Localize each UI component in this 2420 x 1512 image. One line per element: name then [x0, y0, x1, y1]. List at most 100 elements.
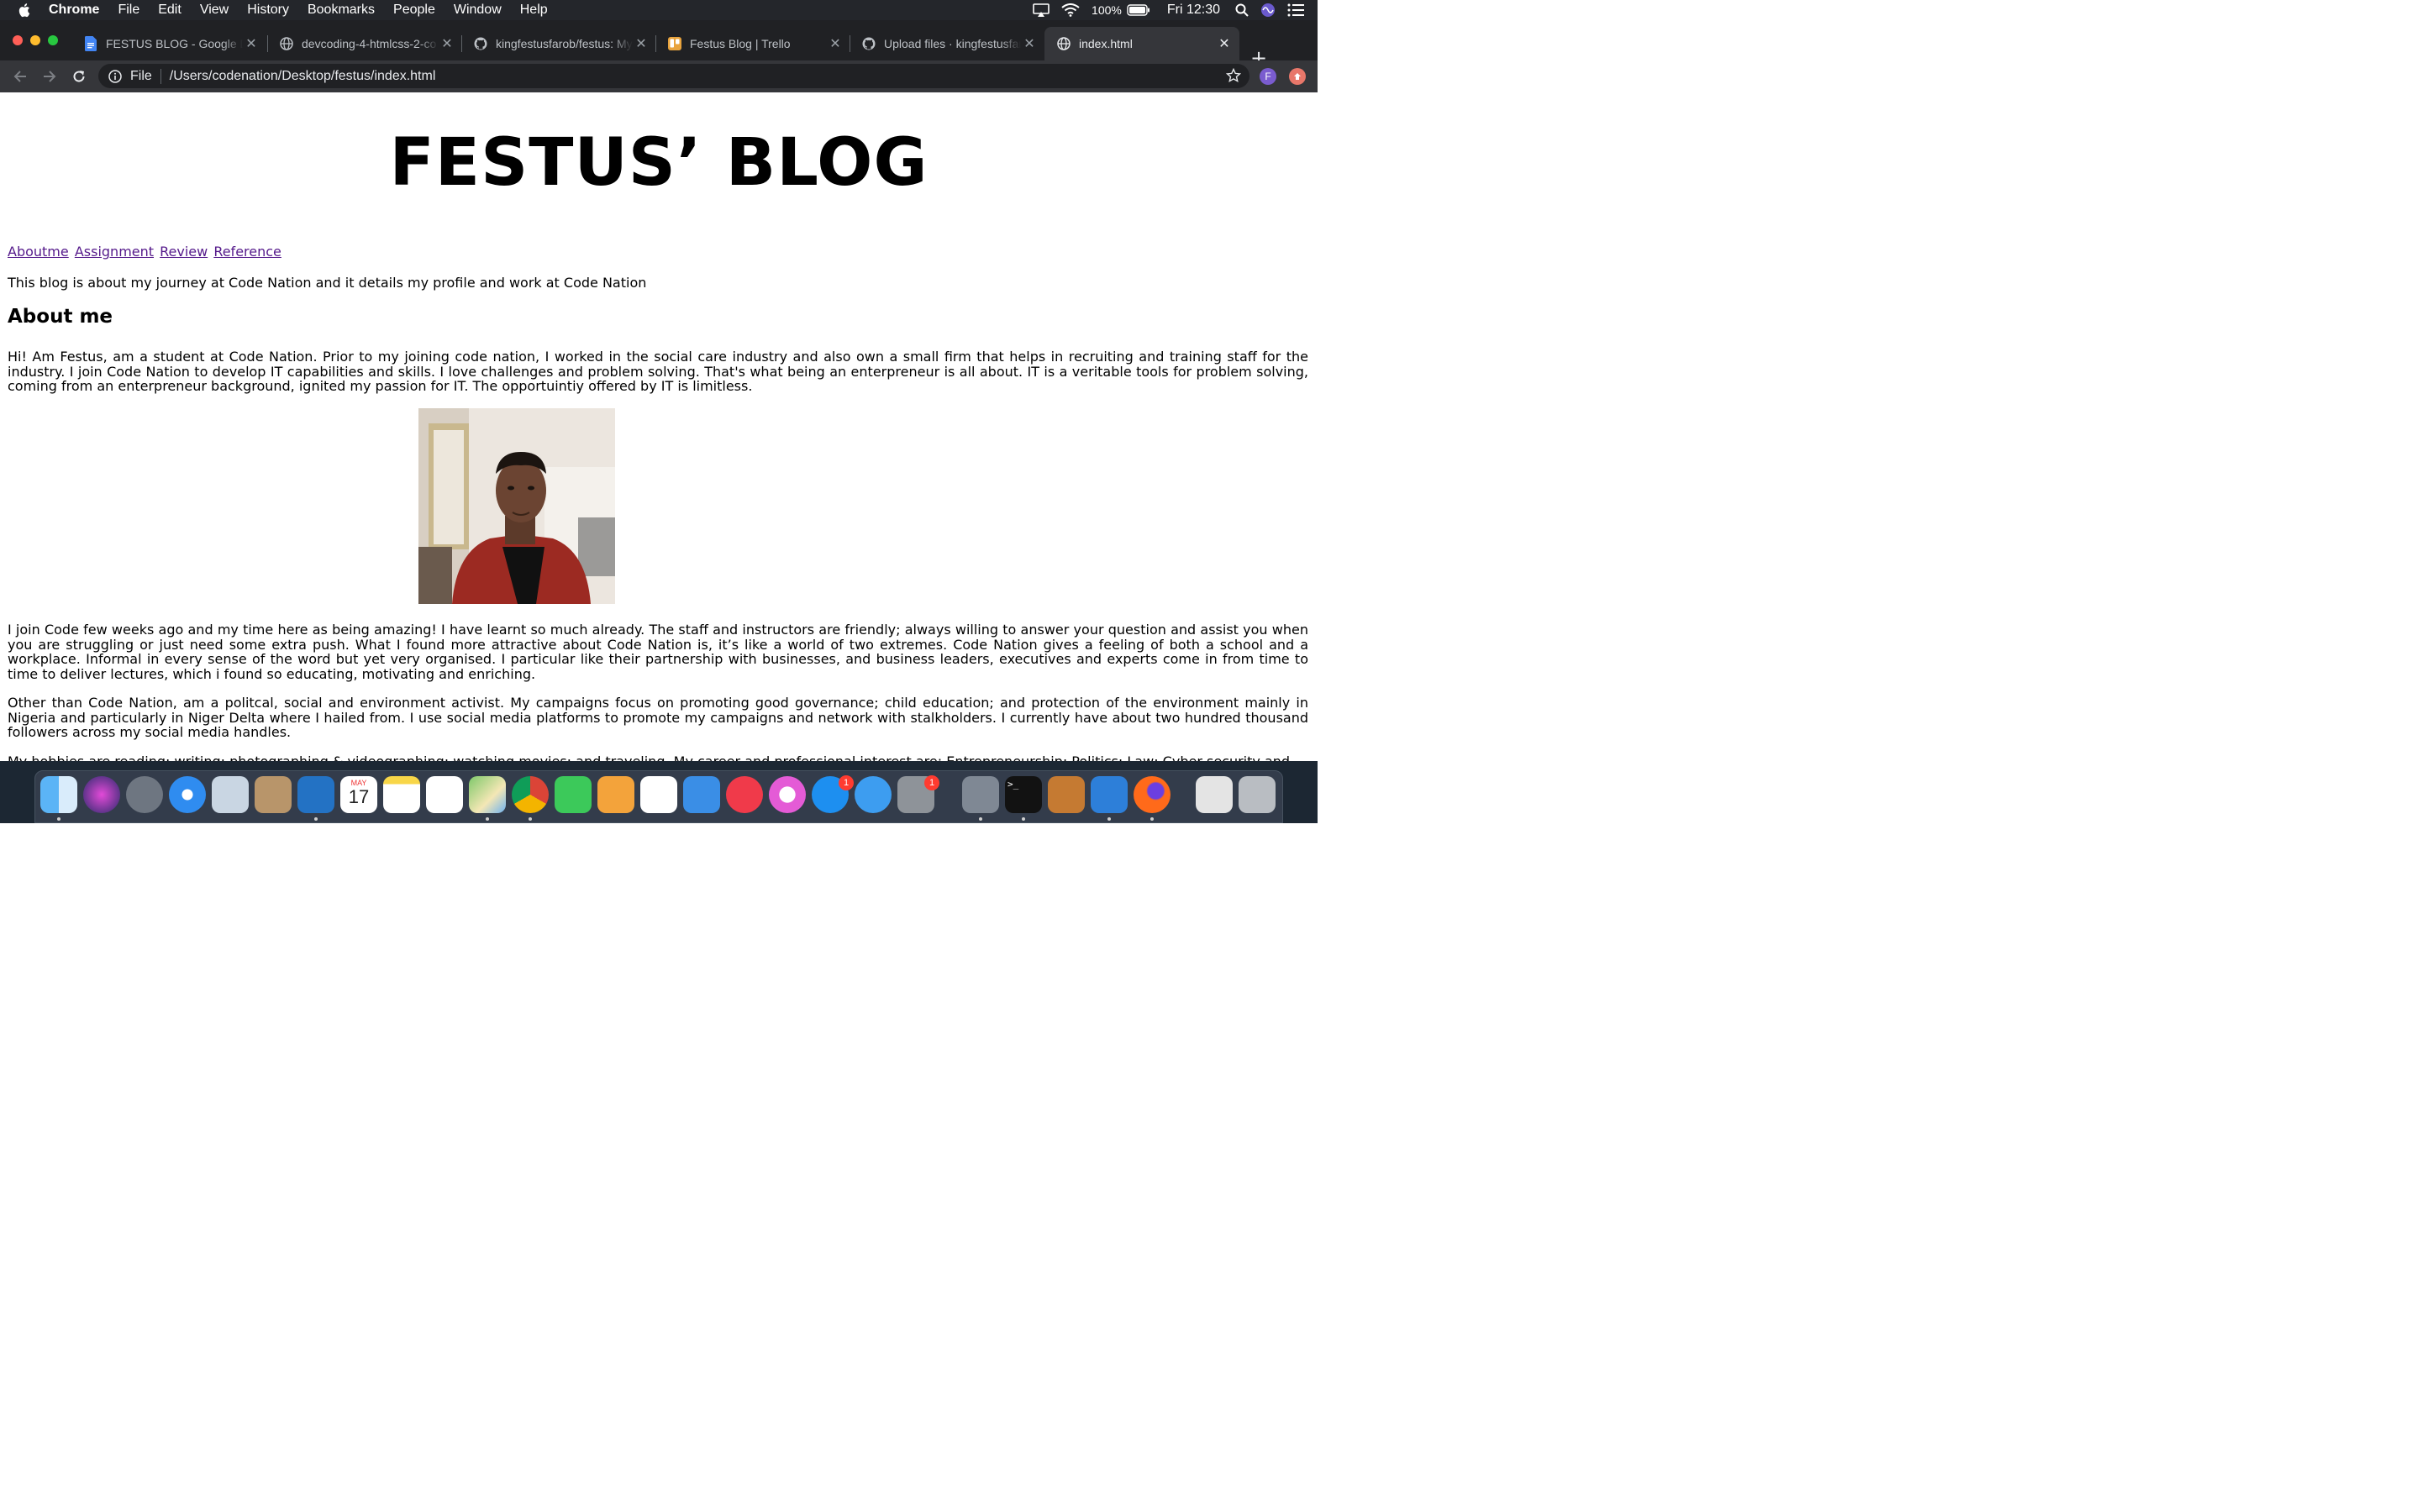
globe-icon — [1056, 36, 1071, 51]
url-divider — [160, 68, 161, 84]
menu-edit[interactable]: Edit — [158, 3, 182, 18]
profile-photo — [418, 408, 615, 604]
minimize-window-button[interactable] — [30, 35, 40, 45]
page-viewport: FESTUS’ BLOG Aboutme Assignment Review R… — [0, 93, 1318, 761]
url-scheme-label: File — [130, 68, 152, 83]
page-title: FESTUS’ BLOG — [389, 125, 929, 201]
tab-github-upload[interactable]: Upload files · kingfestusfarob ✕ — [850, 27, 1044, 60]
clock[interactable]: Fri 12:30 — [1167, 3, 1220, 18]
tab-close-icon[interactable]: ✕ — [1216, 35, 1233, 52]
news-icon[interactable] — [726, 776, 763, 813]
running-indicator — [486, 817, 489, 821]
firefox-icon[interactable] — [1134, 776, 1171, 813]
numbers-icon[interactable] — [640, 776, 677, 813]
tab-close-icon[interactable]: ✕ — [439, 35, 455, 52]
menu-people[interactable]: People — [393, 3, 435, 18]
menu-file[interactable]: File — [118, 3, 139, 18]
tab-close-icon[interactable]: ✕ — [243, 35, 260, 52]
tab-close-icon[interactable]: ✕ — [827, 35, 844, 52]
maps-icon[interactable] — [469, 776, 506, 813]
intro-text: This blog is about my journey at Code Na… — [8, 275, 647, 291]
tab-title: index.html — [1079, 37, 1133, 50]
spotlight-search-icon[interactable] — [1235, 3, 1249, 17]
keynote-icon[interactable] — [683, 776, 720, 813]
running-indicator — [57, 817, 60, 821]
running-indicator — [1107, 817, 1111, 821]
facetime-icon[interactable] — [555, 776, 592, 813]
close-window-button[interactable] — [13, 35, 23, 45]
url-text[interactable]: /Users/codenation/Desktop/festus/index.h… — [170, 69, 436, 84]
notification-center-icon[interactable] — [1287, 3, 1304, 17]
wifi-icon[interactable] — [1061, 3, 1080, 17]
xcode-icon[interactable] — [1091, 776, 1128, 813]
zoom-window-button[interactable] — [48, 35, 58, 45]
code-nation-paragraph: I join Code few weeks ago and my time he… — [8, 622, 1308, 682]
launchpad-icon[interactable] — [126, 776, 163, 813]
reload-icon[interactable] — [71, 68, 87, 85]
about-heading: About me — [8, 306, 113, 328]
menu-help[interactable]: Help — [520, 3, 548, 18]
pages-icon[interactable] — [597, 776, 634, 813]
running-indicator — [1150, 817, 1154, 821]
calendar-day: 17 — [348, 786, 370, 807]
tab-title: devcoding-4-htmlcss-2-co — [302, 37, 437, 50]
globe-icon — [279, 36, 294, 51]
system-preferences-badge: 1 — [924, 775, 939, 790]
battery-icon[interactable] — [1127, 4, 1150, 16]
keychain-access-icon[interactable] — [962, 776, 999, 813]
bookmark-star-icon[interactable] — [1225, 67, 1242, 87]
tab-devcoding[interactable]: devcoding-4-htmlcss-2-co ✕ — [267, 27, 462, 60]
garageband-icon[interactable] — [1048, 776, 1085, 813]
macos-menu-bar: Chrome File Edit View History Bookmarks … — [0, 0, 1318, 20]
forward-arrow-icon[interactable] — [41, 68, 58, 85]
menu-history[interactable]: History — [247, 3, 289, 18]
contacts-icon[interactable] — [255, 776, 292, 813]
tab-close-icon[interactable]: ✕ — [633, 35, 650, 52]
tab-close-icon[interactable]: ✕ — [1021, 35, 1038, 52]
calendar-icon[interactable]: MAY 17 — [340, 776, 377, 813]
address-bar[interactable]: File /Users/codenation/Desktop/festus/in… — [98, 64, 1249, 88]
vscode-icon[interactable] — [297, 776, 334, 813]
tab-trello[interactable]: Festus Blog | Trello ✕ — [655, 27, 850, 60]
blog-nav: Aboutme Assignment Review Reference — [8, 244, 283, 260]
running-indicator — [1022, 817, 1025, 821]
nav-link-assignment[interactable]: Assignment — [75, 244, 154, 260]
finder-icon[interactable] — [40, 776, 77, 813]
tab-index-html[interactable]: index.html ✕ — [1044, 27, 1239, 60]
github-icon — [473, 36, 488, 51]
menu-window[interactable]: Window — [454, 3, 502, 18]
tab-title: Festus Blog | Trello — [690, 37, 791, 50]
notes-icon[interactable] — [383, 776, 420, 813]
back-arrow-icon[interactable] — [12, 68, 29, 85]
terminal-icon[interactable]: >_ — [1005, 776, 1042, 813]
tab-title: Upload files · kingfestusfarob — [884, 37, 1021, 50]
chrome-icon[interactable] — [512, 776, 549, 813]
extension-icon[interactable] — [1289, 68, 1306, 85]
running-indicator — [979, 817, 982, 821]
safari-icon[interactable] — [169, 776, 206, 813]
profile-avatar[interactable]: F — [1260, 68, 1276, 85]
trash-icon[interactable] — [1239, 776, 1276, 813]
mail-icon[interactable] — [212, 776, 249, 813]
info-icon[interactable] — [108, 69, 124, 83]
menu-view[interactable]: View — [200, 3, 229, 18]
reminders-icon[interactable] — [426, 776, 463, 813]
app-store-badge: 1 — [839, 775, 854, 790]
menu-bookmarks[interactable]: Bookmarks — [308, 3, 375, 18]
airplay-icon[interactable] — [1033, 3, 1050, 17]
siri-icon[interactable] — [1260, 3, 1276, 18]
battery-percent: 100% — [1092, 3, 1122, 17]
running-indicator — [314, 817, 318, 821]
apple-menu-icon[interactable] — [17, 3, 34, 18]
messages-icon[interactable] — [855, 776, 892, 813]
siri-app-icon[interactable] — [83, 776, 120, 813]
nav-link-review[interactable]: Review — [160, 244, 208, 260]
menu-app-name[interactable]: Chrome — [49, 3, 99, 18]
tab-google-docs[interactable]: FESTUS BLOG - Google Docs ✕ — [71, 27, 266, 60]
nav-link-aboutme[interactable]: Aboutme — [8, 244, 69, 260]
about-paragraph: Hi! Am Festus, am a student at Code Nati… — [8, 349, 1308, 394]
itunes-icon[interactable] — [769, 776, 806, 813]
tab-github-repo[interactable]: kingfestusfarob/festus: My ✕ — [461, 27, 656, 60]
nav-link-reference[interactable]: Reference — [213, 244, 281, 260]
downloads-folder-icon[interactable] — [1196, 776, 1233, 813]
